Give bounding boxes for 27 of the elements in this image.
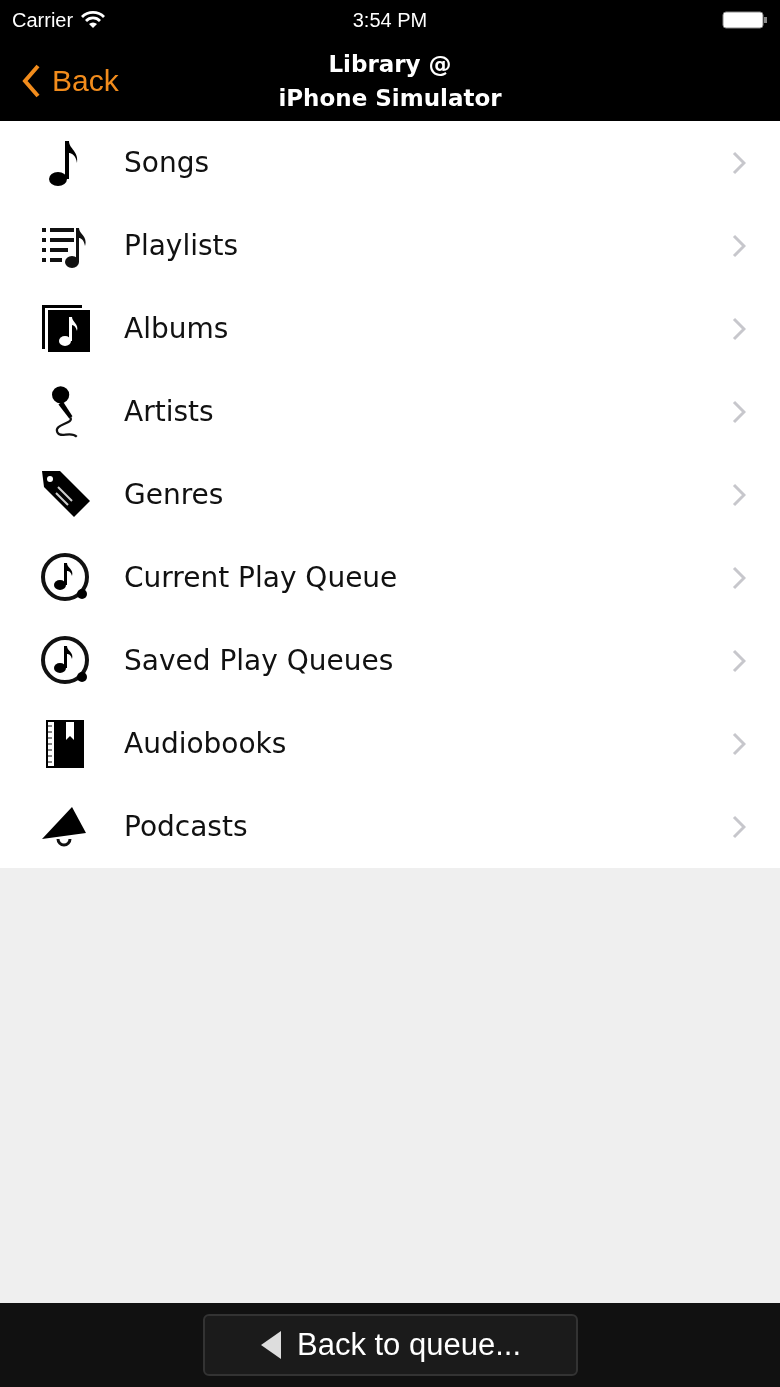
- clock-label: 3:54 PM: [352, 8, 428, 32]
- chevron-left-icon: [22, 63, 40, 98]
- menu-item[interactable]: Playlists: [0, 204, 780, 287]
- chevron-right-icon: [732, 399, 746, 424]
- menu-item[interactable]: Genres: [0, 453, 780, 536]
- chevron-right-icon: [732, 814, 746, 839]
- menu-item[interactable]: Current Play Queue: [0, 536, 780, 619]
- menu-item[interactable]: Audiobooks: [0, 702, 780, 785]
- chevron-right-icon: [732, 233, 746, 258]
- chevron-right-icon: [732, 150, 746, 175]
- menu-item[interactable]: Albums: [0, 287, 780, 370]
- chevron-right-icon: [732, 648, 746, 673]
- menu-item[interactable]: Songs: [0, 121, 780, 204]
- nav-title: Library @: [328, 49, 452, 79]
- chevron-right-icon: [732, 565, 746, 590]
- carrier-label: Carrier: [12, 8, 74, 32]
- nav-subtitle: iPhone Simulator: [278, 83, 502, 113]
- wifi-icon: [81, 11, 106, 29]
- menu-item[interactable]: Podcasts: [0, 785, 780, 868]
- chevron-right-icon: [732, 482, 746, 507]
- battery-icon: [722, 10, 768, 30]
- back-button[interactable]: Back: [0, 63, 200, 98]
- menu-item[interactable]: Saved Play Queues: [0, 619, 780, 702]
- chevron-right-icon: [732, 316, 746, 341]
- back-to-queue-button[interactable]: Back to queue...: [202, 1314, 578, 1376]
- chevron-right-icon: [732, 731, 746, 756]
- menu-item[interactable]: Artists: [0, 370, 780, 453]
